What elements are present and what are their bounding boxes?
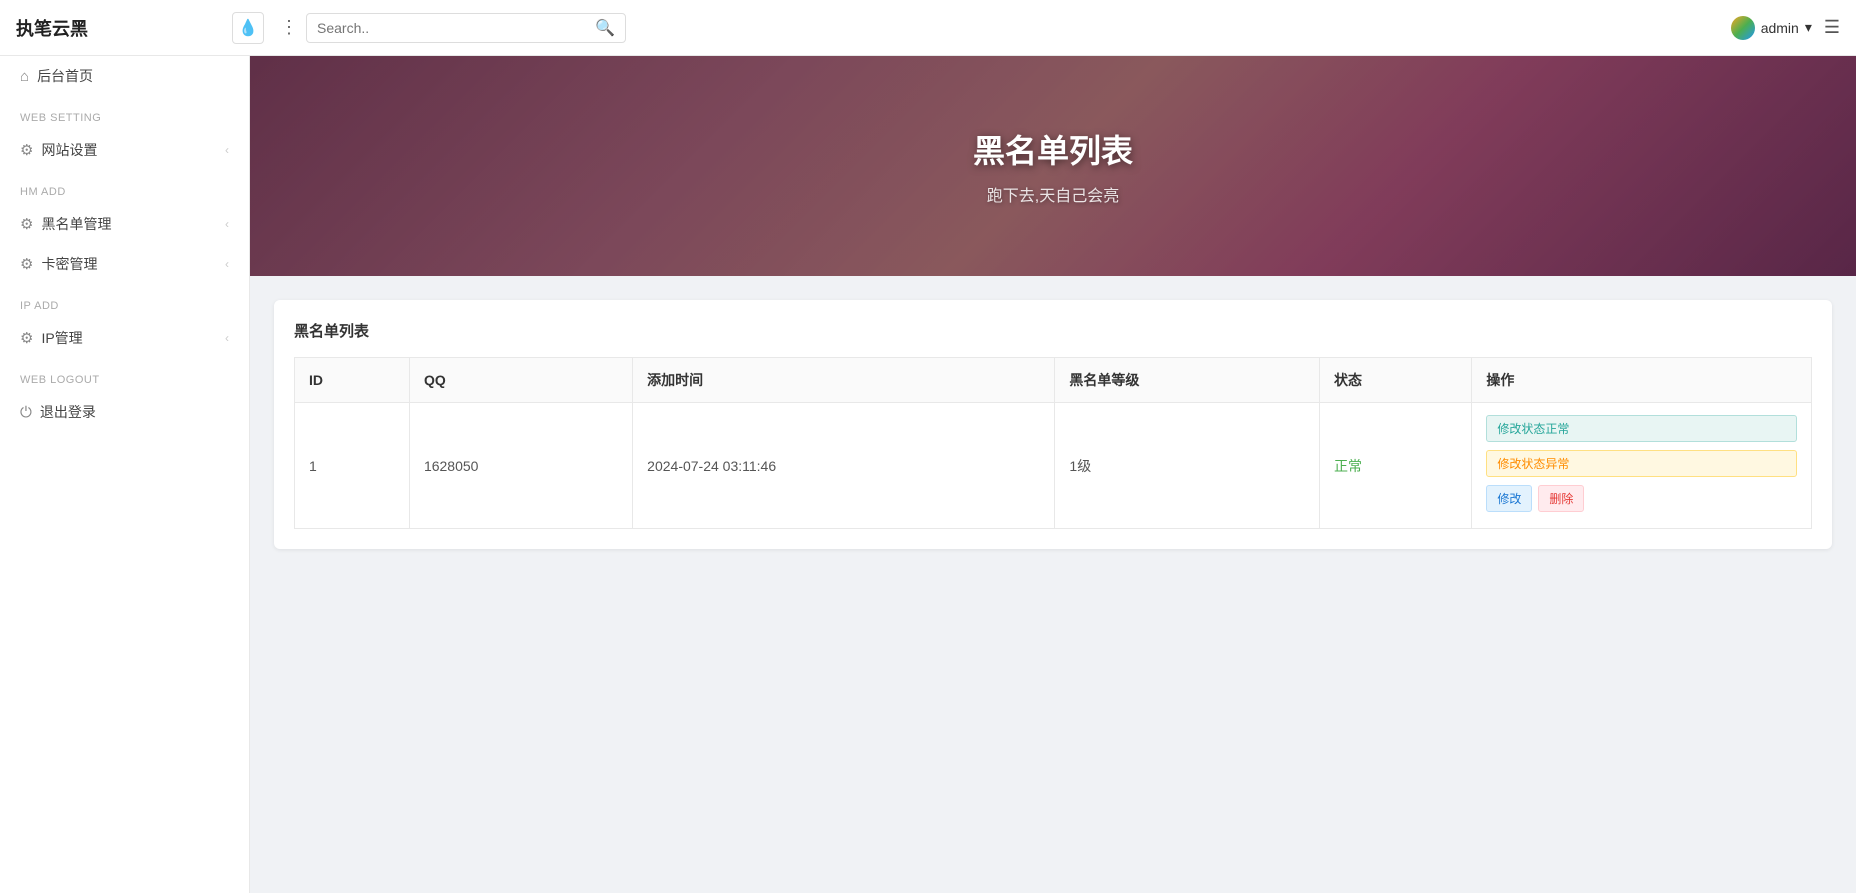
chevron-right-icon-4: ‹: [225, 331, 229, 345]
gear-icon-1: ⚙: [20, 141, 33, 159]
section-label-web-setting: WEB SETTING: [0, 96, 249, 130]
banner-subtitle: 跑下去,天自己会亮: [987, 182, 1119, 206]
chevron-right-icon-1: ‹: [225, 143, 229, 157]
dots-menu-button[interactable]: ⋮: [280, 17, 298, 38]
sidebar-item-home[interactable]: ⌂ 后台首页: [0, 56, 249, 96]
sidebar-item-logout[interactable]: ⏻ 退出登录: [0, 392, 249, 432]
chevron-right-icon-2: ‹: [225, 217, 229, 231]
sidebar-label-ip-mgmt: IP管理: [41, 328, 82, 348]
sidebar-label-card-mgmt: 卡密管理: [41, 254, 97, 274]
sidebar-item-ip-mgmt[interactable]: ⚙ IP管理 ‹: [0, 318, 249, 358]
navbar: 执笔云黑 💧 ⋮ 🔍 admin ▾ ☰: [0, 0, 1856, 56]
sidebar-item-website-setting[interactable]: ⚙ 网站设置 ‹: [0, 130, 249, 170]
sidebar-label-logout: 退出登录: [40, 402, 96, 422]
col-header-add-time: 添加时间: [633, 358, 1055, 403]
table-card: 黑名单列表 ID QQ 添加时间 黑名单等级 状态 操作 1 162805: [274, 300, 1832, 549]
cell-level: 1级: [1055, 403, 1320, 529]
btn-row-edit-delete: 修改 删除: [1486, 485, 1797, 516]
search-icon[interactable]: 🔍: [595, 18, 615, 38]
banner-title: 黑名单列表: [973, 126, 1133, 172]
user-chevron-icon: ▾: [1805, 19, 1812, 36]
col-header-id: ID: [295, 358, 410, 403]
sidebar: ⌂ 后台首页 WEB SETTING ⚙ 网站设置 ‹ HM ADD ⚙ 黑名单…: [0, 56, 250, 893]
cell-actions: 修改状态正常 修改状态异常 修改 删除: [1472, 403, 1812, 529]
btn-delete[interactable]: 删除: [1538, 485, 1584, 512]
col-header-status: 状态: [1320, 358, 1472, 403]
cell-qq: 1628050: [409, 403, 632, 529]
section-label-hm-add: HM ADD: [0, 170, 249, 204]
cell-id: 1: [295, 403, 410, 529]
hamburger-menu-icon[interactable]: ☰: [1824, 17, 1840, 38]
water-icon: 💧: [238, 18, 258, 38]
user-avatar: [1731, 16, 1755, 40]
cell-add-time: 2024-07-24 03:11:46: [633, 403, 1055, 529]
btn-set-normal[interactable]: 修改状态正常: [1486, 415, 1797, 442]
banner: 黑名单列表 跑下去,天自己会亮: [250, 56, 1856, 276]
chevron-right-icon-3: ‹: [225, 257, 229, 271]
cell-status: 正常: [1320, 403, 1472, 529]
gear-icon-2: ⚙: [20, 215, 33, 233]
col-header-qq: QQ: [409, 358, 632, 403]
sidebar-label-website-setting: 网站设置: [41, 140, 97, 160]
search-bar: 🔍: [306, 13, 626, 43]
sidebar-item-blacklist-mgmt[interactable]: ⚙ 黑名单管理 ‹: [0, 204, 249, 244]
btn-edit[interactable]: 修改: [1486, 485, 1532, 512]
table-row: 1 1628050 2024-07-24 03:11:46 1级 正常 修改状态…: [295, 403, 1812, 529]
col-header-actions: 操作: [1472, 358, 1812, 403]
section-label-web-logout: WEB LOGOUT: [0, 358, 249, 392]
sidebar-label-blacklist-mgmt: 黑名单管理: [41, 214, 111, 234]
blacklist-table: ID QQ 添加时间 黑名单等级 状态 操作 1 1628050 2024-07…: [294, 357, 1812, 529]
search-input[interactable]: [317, 20, 595, 36]
gear-icon-4: ⚙: [20, 329, 33, 347]
section-label-ip-add: IP ADD: [0, 284, 249, 318]
layout: ⌂ 后台首页 WEB SETTING ⚙ 网站设置 ‹ HM ADD ⚙ 黑名单…: [0, 56, 1856, 893]
sidebar-item-card-mgmt[interactable]: ⚙ 卡密管理 ‹: [0, 244, 249, 284]
table-card-title: 黑名单列表: [294, 320, 1812, 341]
user-menu-button[interactable]: admin ▾: [1731, 16, 1812, 40]
navbar-right: admin ▾ ☰: [1731, 16, 1840, 40]
sidebar-label-home: 后台首页: [37, 66, 93, 86]
status-badge: 正常: [1334, 458, 1362, 474]
home-icon: ⌂: [20, 68, 29, 85]
user-name: admin: [1761, 20, 1799, 36]
water-icon-button[interactable]: 💧: [232, 12, 264, 44]
gear-icon-3: ⚙: [20, 255, 33, 273]
main-content: 黑名单列表 跑下去,天自己会亮 黑名单列表 ID QQ 添加时间 黑名单等级 状…: [250, 56, 1856, 893]
table-header-row: ID QQ 添加时间 黑名单等级 状态 操作: [295, 358, 1812, 403]
power-icon: ⏻: [20, 404, 32, 421]
col-header-level: 黑名单等级: [1055, 358, 1320, 403]
action-buttons: 修改状态正常 修改状态异常 修改 删除: [1486, 415, 1797, 516]
brand-title: 执笔云黑: [16, 15, 216, 41]
btn-set-abnormal[interactable]: 修改状态异常: [1486, 450, 1797, 477]
